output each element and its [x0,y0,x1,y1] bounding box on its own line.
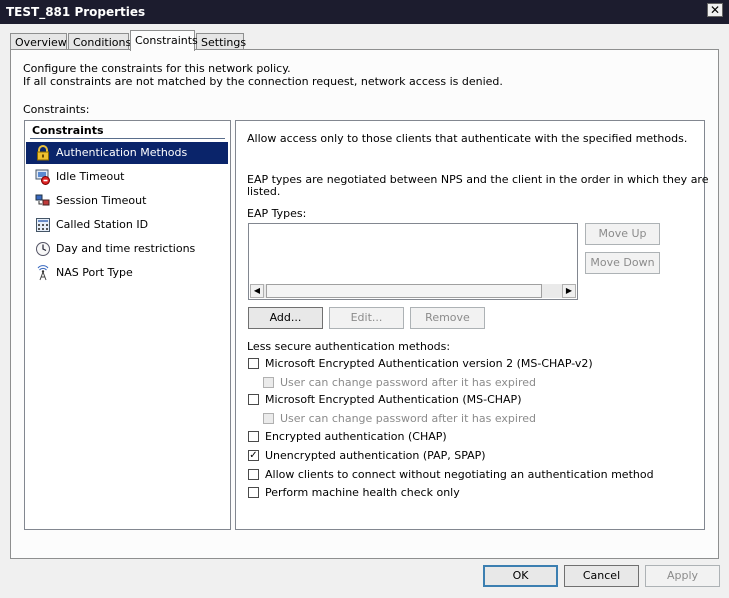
mschapv2-change-password-checkbox[interactable] [263,377,274,388]
list-item-label: Authentication Methods [56,146,188,159]
eap-types-label: EAP Types: [247,207,307,220]
list-item-session-timeout[interactable]: Session Timeout [26,190,228,212]
antenna-icon [37,265,49,281]
clock-icon [36,242,50,256]
eap-types-listbox[interactable]: ◀ ▶ [248,223,578,300]
mschap-checkbox[interactable] [248,394,259,405]
scroll-right-arrow[interactable]: ▶ [562,284,576,298]
cancel-button[interactable]: Cancel [564,565,639,587]
mschapv2-change-password-label: User can change password after it has ex… [280,376,537,389]
pap-spap-label: Unencrypted authentication (PAP, SPAP) [265,449,486,462]
ok-button[interactable]: OK [483,565,558,587]
list-item-called-station-id[interactable]: Called Station ID [26,214,228,236]
called-station-icon [36,218,50,232]
list-item-label: Session Timeout [56,194,147,207]
checkmark-icon: ✓ [249,450,258,461]
tab-overview[interactable]: Overview [10,33,67,50]
horizontal-scrollbar[interactable]: ◀ ▶ [250,284,576,298]
list-item-label: Idle Timeout [56,170,125,183]
intro-text-line1: Configure the constraints for this netwo… [23,62,291,75]
close-icon: ✕ [709,3,721,17]
chap-checkbox[interactable] [248,431,259,442]
close-button[interactable]: ✕ [707,3,723,17]
mschapv2-checkbox[interactable] [248,358,259,369]
header-divider [30,138,225,139]
machine-health-check-label: Perform machine health check only [265,486,460,499]
mschap-label: Microsoft Encrypted Authentication (MS-C… [265,393,522,406]
scroll-thumb[interactable] [266,284,542,298]
tab-constraints-label: Constraints [135,34,198,47]
move-up-button[interactable]: Move Up [585,223,660,245]
list-item-idle-timeout[interactable]: Idle Timeout [26,166,228,188]
list-item-label: NAS Port Type [56,266,133,279]
tab-conditions-label: Conditions [73,36,132,49]
scroll-left-arrow[interactable]: ◀ [250,284,264,298]
window-title: TEST_881 Properties [6,5,146,19]
idle-timeout-icon [35,169,50,185]
mschapv2-label: Microsoft Encrypted Authentication versi… [265,357,593,370]
constraints-list[interactable]: Constraints Authentication Methods Idle … [24,120,231,530]
unauthenticated-access-label: Allow clients to connect without negotia… [265,468,654,481]
tab-overview-label: Overview [15,36,67,49]
tab-settings-label: Settings [201,36,247,49]
machine-health-check-checkbox[interactable] [248,487,259,498]
allow-access-text: Allow access only to those clients that … [247,132,688,145]
unauthenticated-access-checkbox[interactable] [248,469,259,480]
list-item-nas-port-type[interactable]: NAS Port Type [26,262,228,284]
list-item-label: Day and time restrictions [56,242,196,255]
list-item-authentication-methods[interactable]: Authentication Methods [26,142,228,164]
tab-conditions[interactable]: Conditions [68,33,132,50]
title-bar: TEST_881 Properties ✕ [0,0,729,24]
list-item-day-time-restrictions[interactable]: Day and time restrictions [26,238,228,260]
arrow-left-icon: ◀ [253,286,261,295]
edit-button[interactable]: Edit... [329,307,404,329]
less-secure-label: Less secure authentication methods: [247,340,451,353]
eap-description-line2: listed. [247,185,281,198]
move-down-button[interactable]: Move Down [585,252,660,274]
arrow-right-icon: ▶ [565,286,573,295]
tab-constraints[interactable]: Constraints [130,30,198,51]
list-item-label: Called Station ID [56,218,149,231]
remove-button[interactable]: Remove [410,307,485,329]
constraints-list-header: Constraints [32,124,104,137]
add-button[interactable]: Add... [248,307,323,329]
lock-icon [37,145,49,161]
mschap-change-password-checkbox[interactable] [263,413,274,424]
apply-button[interactable]: Apply [645,565,720,587]
mschap-change-password-label: User can change password after it has ex… [280,412,537,425]
pap-spap-checkbox[interactable]: ✓ [248,450,259,461]
intro-text-line2: If all constraints are not matched by th… [23,75,503,88]
tab-settings[interactable]: Settings [196,33,247,50]
constraints-label: Constraints: [23,103,90,116]
eap-description-line1: EAP types are negotiated between NPS and… [247,173,709,186]
session-timeout-icon [35,194,50,206]
chap-label: Encrypted authentication (CHAP) [265,430,447,443]
